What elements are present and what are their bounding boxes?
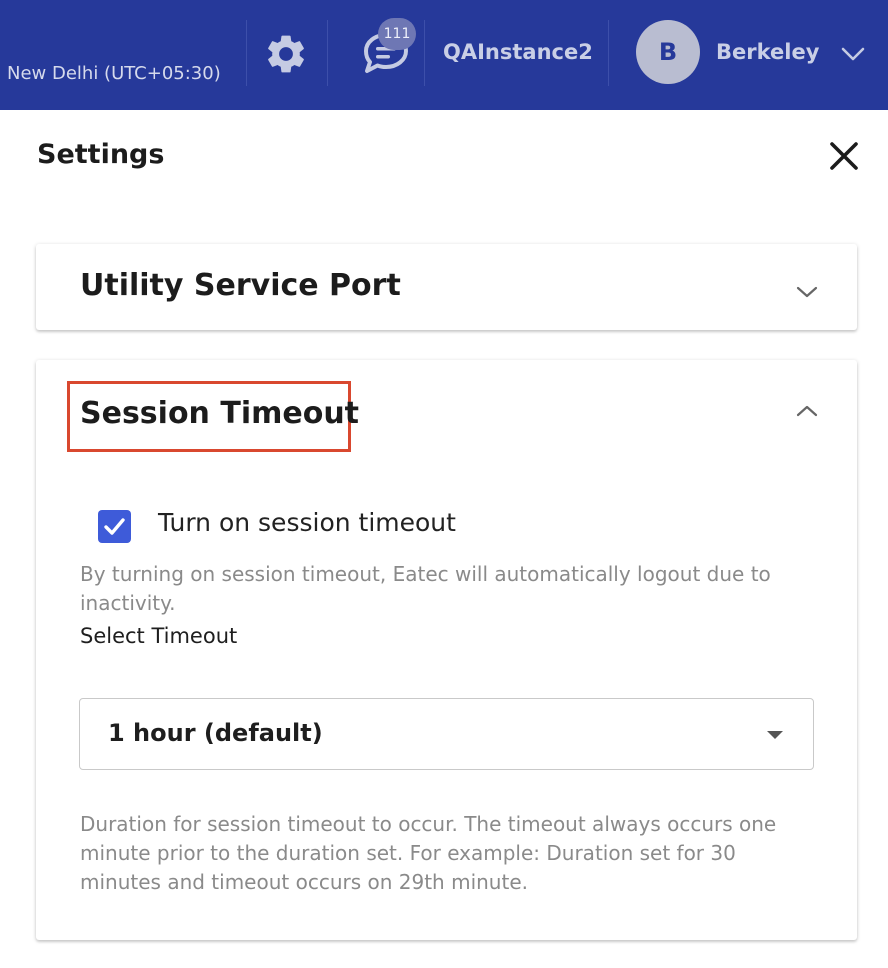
chevron-down-icon[interactable] [796,285,818,299]
close-icon[interactable] [828,140,860,172]
timezone-label: New Delhi (UTC+05:30) [7,63,221,84]
chevron-up-icon[interactable] [796,404,818,418]
dropdown-arrow-icon [767,731,783,739]
session-timeout-section: Session Timeout Turn on session timeout … [36,360,857,940]
divider [424,20,425,86]
checkbox-label[interactable]: Turn on session timeout [158,508,456,537]
timeout-help-text: Duration for session timeout to occur. T… [80,812,777,894]
page-title: Settings [37,139,165,170]
notification-badge: 111 [378,18,416,50]
chevron-down-icon[interactable] [841,46,865,62]
utility-service-port-section[interactable]: Utility Service Port [36,244,857,330]
user-name[interactable]: Berkeley [716,40,819,64]
section-title: Utility Service Port [80,268,401,303]
section-title[interactable]: Session Timeout [80,396,359,431]
avatar[interactable]: B [636,20,700,84]
divider [246,20,247,86]
timeout-select[interactable]: 1 hour (default) [79,698,814,770]
select-timeout-label: Select Timeout [80,624,238,648]
selected-value: 1 hour (default) [108,719,323,747]
gear-icon[interactable] [263,31,309,77]
top-bar: New Delhi (UTC+05:30) 111 QAInstance2 B … [0,0,888,110]
session-timeout-description: By turning on session timeout, Eatec wil… [80,562,771,615]
instance-name[interactable]: QAInstance2 [443,40,593,64]
divider [608,20,609,86]
divider [327,20,328,86]
checkmark-icon [104,518,125,535]
session-timeout-checkbox[interactable] [98,510,131,543]
